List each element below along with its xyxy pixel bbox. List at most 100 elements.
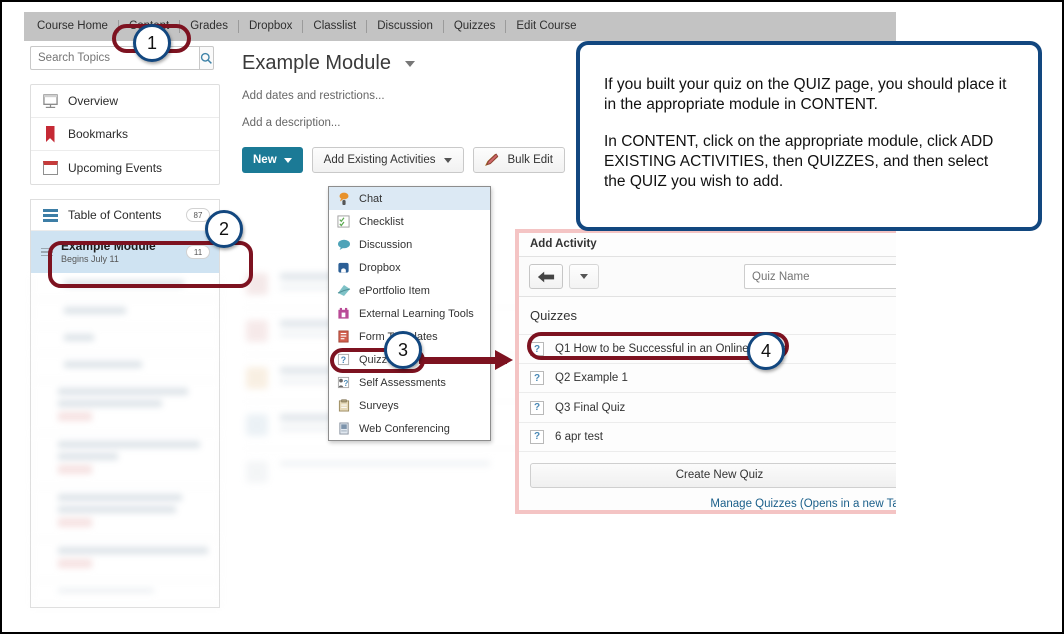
bulk-edit-label: Bulk Edit [507, 154, 553, 166]
list-item [32, 581, 220, 606]
back-button[interactable] [529, 264, 563, 290]
bulk-edit-button[interactable]: Bulk Edit [472, 147, 565, 173]
callout-paragraph-1: If you built your quiz on the QUIZ page,… [604, 76, 1007, 113]
quiz-list-item-6-apr-test[interactable]: ? 6 apr test [519, 423, 896, 452]
nav-item-quizzes[interactable]: Quizzes [444, 12, 506, 41]
chat-icon [336, 191, 351, 206]
step-badge-3: 3 [384, 331, 422, 369]
menu-item-label: Web Conferencing [359, 422, 450, 435]
module-count-badge: 11 [186, 245, 210, 259]
sidebar-item-label: Upcoming Events [68, 160, 163, 175]
quiz-list-item-q3[interactable]: ? Q3 Final Quiz [519, 393, 896, 423]
quiz-list-item-q2[interactable]: ? Q2 Example 1 [519, 364, 896, 394]
sidebar-item-label: Bookmarks [68, 127, 129, 141]
sidebar-blurred-modules [31, 273, 221, 607]
view-options-button[interactable] [569, 264, 599, 290]
list-item [32, 327, 220, 354]
annotation-arrow-head [495, 350, 513, 370]
quiz-list-item-q1[interactable]: ? Q1 How to be Successful in an Online C… [519, 335, 896, 365]
module-text-block: Example Module Begins July 11 [61, 238, 156, 265]
svg-text:?: ? [344, 379, 349, 388]
nav-item-classlist[interactable]: Classlist [303, 12, 366, 41]
search-topics-input[interactable] [30, 46, 199, 70]
screenshot-root: Course Home Content Grades Dropbox Class… [0, 0, 1064, 634]
menu-item-dropbox[interactable]: Dropbox [329, 256, 490, 279]
menu-item-checklist[interactable]: Checklist [329, 210, 490, 233]
sidebar-item-upcoming-events[interactable]: Upcoming Events [31, 151, 219, 184]
menu-item-label: Self Assessments [359, 376, 446, 389]
menu-item-chat[interactable]: Chat [329, 187, 490, 210]
chevron-down-icon [580, 274, 588, 280]
menu-item-label: ePortfolio Item [359, 284, 430, 297]
add-activity-toolbar [519, 256, 896, 298]
discussion-icon [336, 237, 351, 252]
quiz-icon: ? [530, 400, 544, 415]
form-templates-icon [336, 329, 351, 344]
instruction-callout: If you built your quiz on the QUIZ page,… [576, 41, 1042, 231]
checklist-icon [336, 214, 351, 229]
nav-item-grades[interactable]: Grades [180, 12, 238, 41]
search-icon [200, 52, 212, 64]
quiz-icon: ? [530, 429, 544, 444]
quiz-item-label: Q2 Example 1 [555, 372, 628, 385]
step-badge-1: 1 [133, 24, 171, 62]
step-badge-4: 4 [747, 332, 785, 370]
menu-item-label: Checklist [359, 215, 404, 228]
drag-handle-icon[interactable] [41, 247, 53, 257]
create-new-quiz-button[interactable]: Create New Quiz [530, 462, 896, 488]
external-tools-icon [336, 306, 351, 321]
menu-item-discussion[interactable]: Discussion [329, 233, 490, 256]
quiz-icon: ? [530, 371, 544, 386]
svg-text:?: ? [341, 355, 346, 365]
sidebar-nav-card: Overview Bookmarks Upcoming Events [30, 84, 220, 185]
quizzes-section-title: Quizzes [519, 297, 896, 336]
chevron-down-icon [443, 157, 452, 163]
add-existing-activities-button[interactable]: Add Existing Activities [311, 147, 464, 173]
calendar-icon [41, 159, 59, 177]
add-existing-label: Add Existing Activities [323, 154, 436, 166]
list-icon [41, 206, 59, 224]
chevron-down-icon [283, 157, 292, 163]
toc-label: Table of Contents [68, 208, 162, 222]
quiz-item-label: Q3 Final Quiz [555, 401, 626, 414]
list-item [32, 540, 220, 581]
content-sidebar: Overview Bookmarks Upcoming Events Table… [30, 46, 226, 624]
menu-item-web-conferencing[interactable]: Web Conferencing [329, 417, 490, 440]
quiz-icon: ? [336, 352, 351, 367]
add-activity-panel: Add Activity Quiz Name Quizzes ? Q1 How … [515, 229, 896, 514]
overview-icon [41, 92, 59, 110]
menu-item-label: Discussion [359, 238, 413, 251]
sidebar-item-example-module[interactable]: Example Module Begins July 11 11 [31, 231, 219, 273]
self-assessment-icon: ? [336, 375, 351, 390]
nav-item-discussion[interactable]: Discussion [367, 12, 443, 41]
sidebar-item-overview[interactable]: Overview [31, 85, 219, 118]
search-topics-button[interactable] [199, 46, 214, 70]
sidebar-item-table-of-contents[interactable]: Table of Contents 87 [31, 200, 219, 231]
module-title: Example Module [61, 238, 156, 253]
quiz-search-row [744, 264, 896, 290]
list-item [32, 487, 220, 540]
new-button[interactable]: New [242, 147, 303, 173]
quiz-name-input[interactable] [744, 264, 896, 290]
new-button-label: New [253, 154, 277, 166]
quiz-item-label: 6 apr test [555, 430, 603, 443]
menu-item-label: External Learning Tools [359, 307, 474, 320]
nav-item-edit-course[interactable]: Edit Course [506, 12, 586, 41]
nav-item-dropbox[interactable]: Dropbox [239, 12, 302, 41]
add-activity-title: Add Activity [530, 238, 597, 250]
list-item [32, 273, 220, 300]
chevron-down-icon[interactable] [404, 60, 415, 67]
menu-item-surveys[interactable]: Surveys [329, 394, 490, 417]
menu-item-external-learning-tools[interactable]: External Learning Tools [329, 302, 490, 325]
manage-quizzes-link[interactable]: Manage Quizzes (Opens in a new Tab) [519, 488, 896, 510]
menu-item-eportfolio-item[interactable]: ePortfolio Item [329, 279, 490, 302]
sidebar-item-bookmarks[interactable]: Bookmarks [31, 118, 219, 151]
menu-item-label: Dropbox [359, 261, 401, 274]
menu-item-self-assessments[interactable]: ? Self Assessments [329, 371, 490, 394]
add-activity-inner: Add Activity Quiz Name Quizzes ? Q1 How … [519, 233, 896, 510]
table-of-contents-card: Table of Contents 87 Example Module Begi… [30, 199, 221, 608]
list-item [32, 354, 220, 381]
survey-icon [336, 398, 351, 413]
page-title-text: Example Module [242, 52, 391, 74]
nav-item-course-home[interactable]: Course Home [27, 12, 118, 41]
